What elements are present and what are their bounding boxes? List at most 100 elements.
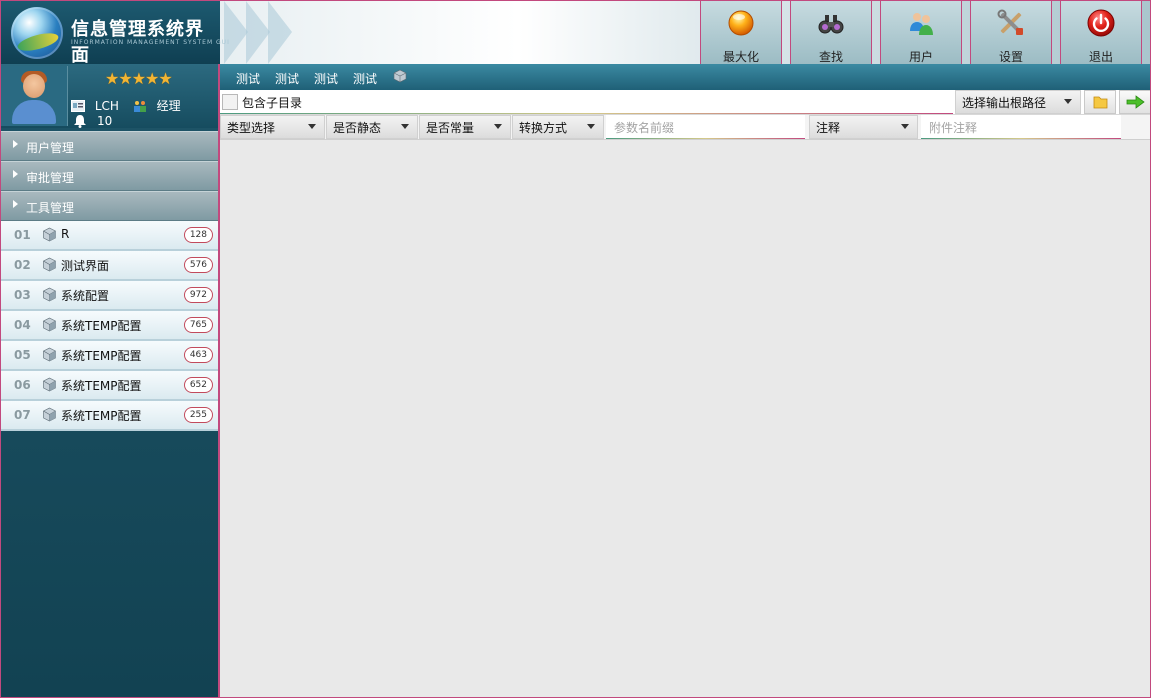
item-name: 系统TEMP配置 <box>61 349 142 363</box>
type-select-value: 类型选择 <box>227 121 276 135</box>
nav-section-tool-mgmt[interactable]: 工具管理 <box>1 191 218 221</box>
chevron-down-icon <box>1064 99 1072 104</box>
tab-test-4[interactable]: 测试 <box>353 70 377 87</box>
settings-label: 设置 <box>998 50 1023 64</box>
nav-section-approval-mgmt[interactable]: 审批管理 <box>1 161 218 191</box>
nav-tool-item[interactable]: 02 测试界面 576 <box>1 251 218 281</box>
chevron-down-icon <box>901 124 909 129</box>
orange-orb-icon <box>728 10 754 36</box>
chevron-down-icon <box>587 124 595 129</box>
nav-tool-item[interactable]: 06 系统TEMP配置 652 <box>1 371 218 401</box>
is-static-select-value: 是否静态 <box>333 121 382 135</box>
chevron-down-icon <box>494 124 502 129</box>
comment-select-value: 注释 <box>816 121 841 135</box>
is-const-select[interactable]: 是否常量 <box>419 115 511 139</box>
user-role: 经理 <box>156 99 181 113</box>
notification-count: 10 <box>97 114 113 128</box>
power-icon <box>1087 9 1115 37</box>
cube-icon <box>43 257 56 272</box>
caret-right-icon <box>13 140 18 148</box>
exit-label: 退出 <box>1088 50 1113 64</box>
tab-test-3[interactable]: 测试 <box>314 70 338 87</box>
item-count-badge: 652 <box>183 377 213 393</box>
nav-tool-item[interactable]: 04 系统TEMP配置 765 <box>1 311 218 341</box>
avatar-body <box>12 100 56 124</box>
user-profile-box: ★★★★★ LCH 经理 10 <box>1 64 218 128</box>
is-const-select-value: 是否常量 <box>426 121 475 135</box>
chevron-down-icon <box>401 124 409 129</box>
item-count-badge: 463 <box>183 347 213 363</box>
item-name: R <box>61 227 70 241</box>
nav-section-label: 审批管理 <box>26 171 75 185</box>
user-info-line: LCH 经理 <box>71 97 181 114</box>
users-label: 用户 <box>908 50 933 64</box>
nav-tool-item[interactable]: 03 系统配置 972 <box>1 281 218 311</box>
exit-button[interactable]: 退出 <box>1060 1 1142 64</box>
cube-icon <box>43 287 56 302</box>
tab-test-1[interactable]: 测试 <box>236 70 260 87</box>
output-root-select[interactable]: 选择输出根路径 <box>955 90 1081 114</box>
go-button[interactable] <box>1119 90 1150 114</box>
globe-logo-icon <box>11 7 63 59</box>
group-icon <box>133 101 146 112</box>
attach-comment-input[interactable]: 附件注释 <box>921 115 1121 139</box>
nav-section-user-mgmt[interactable]: 用户管理 <box>1 131 218 161</box>
rating-stars: ★★★★★ <box>105 69 173 88</box>
item-name: 测试界面 <box>61 259 110 273</box>
binoculars-icon <box>818 15 844 34</box>
tab-bar: 测试 测试 测试 测试 <box>220 64 1150 90</box>
tools-icon <box>997 9 1023 35</box>
output-root-select-value: 选择输出根路径 <box>962 96 1047 110</box>
field-underline <box>921 138 1121 139</box>
sidebar: ★★★★★ LCH 经理 10 用户管理 审批管理 工具管理 01 R 128 … <box>1 64 220 697</box>
comment-select[interactable]: 注释 <box>809 115 918 139</box>
settings-button[interactable]: 设置 <box>970 1 1052 64</box>
nav-tool-item[interactable]: 07 系统TEMP配置 255 <box>1 401 218 431</box>
is-static-select[interactable]: 是否静态 <box>326 115 418 139</box>
params-row: 类型选择 是否静态 是否常量 转换方式 参数名前缀 注释 附件注释 <box>220 115 1150 140</box>
item-name: 系统配置 <box>61 289 110 303</box>
avatar[interactable] <box>1 66 68 126</box>
type-select[interactable]: 类型选择 <box>220 115 325 139</box>
caret-down-icon <box>13 200 18 208</box>
tab-test-2[interactable]: 测试 <box>275 70 299 87</box>
maximize-button[interactable]: 最大化 <box>700 1 782 64</box>
param-prefix-placeholder: 参数名前缀 <box>614 121 675 135</box>
cube-icon <box>43 317 56 332</box>
item-name: 系统TEMP配置 <box>61 379 142 393</box>
bell-icon[interactable] <box>73 114 87 128</box>
browse-folder-button[interactable] <box>1084 90 1116 114</box>
item-count-badge: 255 <box>183 407 213 423</box>
path-field-underline <box>220 113 953 114</box>
search-label: 查找 <box>818 50 843 64</box>
item-number: 04 <box>14 318 31 332</box>
cube-icon <box>43 227 56 242</box>
nav-section-label: 用户管理 <box>26 141 75 155</box>
item-number: 02 <box>14 258 31 272</box>
cube-icon <box>43 407 56 422</box>
attach-comment-placeholder: 附件注释 <box>929 121 978 135</box>
header-bar: 信息管理系统界面 INFORMATION MANAGEMENT SYSTEM G… <box>1 1 1150 66</box>
folder-icon <box>1093 96 1108 109</box>
convert-method-select[interactable]: 转换方式 <box>512 115 604 139</box>
chevron-down-icon <box>308 124 316 129</box>
nav-section-label: 工具管理 <box>26 201 75 215</box>
item-number: 07 <box>14 408 31 422</box>
header-chevrons <box>220 1 310 64</box>
nav-tool-item[interactable]: 01 R 128 <box>1 221 218 251</box>
brand-area: 信息管理系统界面 INFORMATION MANAGEMENT SYSTEM G… <box>1 1 229 66</box>
param-prefix-input[interactable]: 参数名前缀 <box>606 115 805 139</box>
user-name: LCH <box>94 99 119 113</box>
avatar-head <box>23 74 45 98</box>
search-button[interactable]: 查找 <box>790 1 872 64</box>
item-number: 03 <box>14 288 31 302</box>
include-subdir-checkbox[interactable] <box>222 94 238 110</box>
cube-icon <box>43 377 56 392</box>
nav-tool-item[interactable]: 05 系统TEMP配置 463 <box>1 341 218 371</box>
include-subdir-label: 包含子目录 <box>242 96 303 110</box>
item-count-badge: 128 <box>183 227 213 243</box>
users-button[interactable]: 用户 <box>880 1 962 64</box>
item-name: 系统TEMP配置 <box>61 409 142 423</box>
item-count-badge: 972 <box>183 287 213 303</box>
cube-icon[interactable] <box>393 69 407 83</box>
